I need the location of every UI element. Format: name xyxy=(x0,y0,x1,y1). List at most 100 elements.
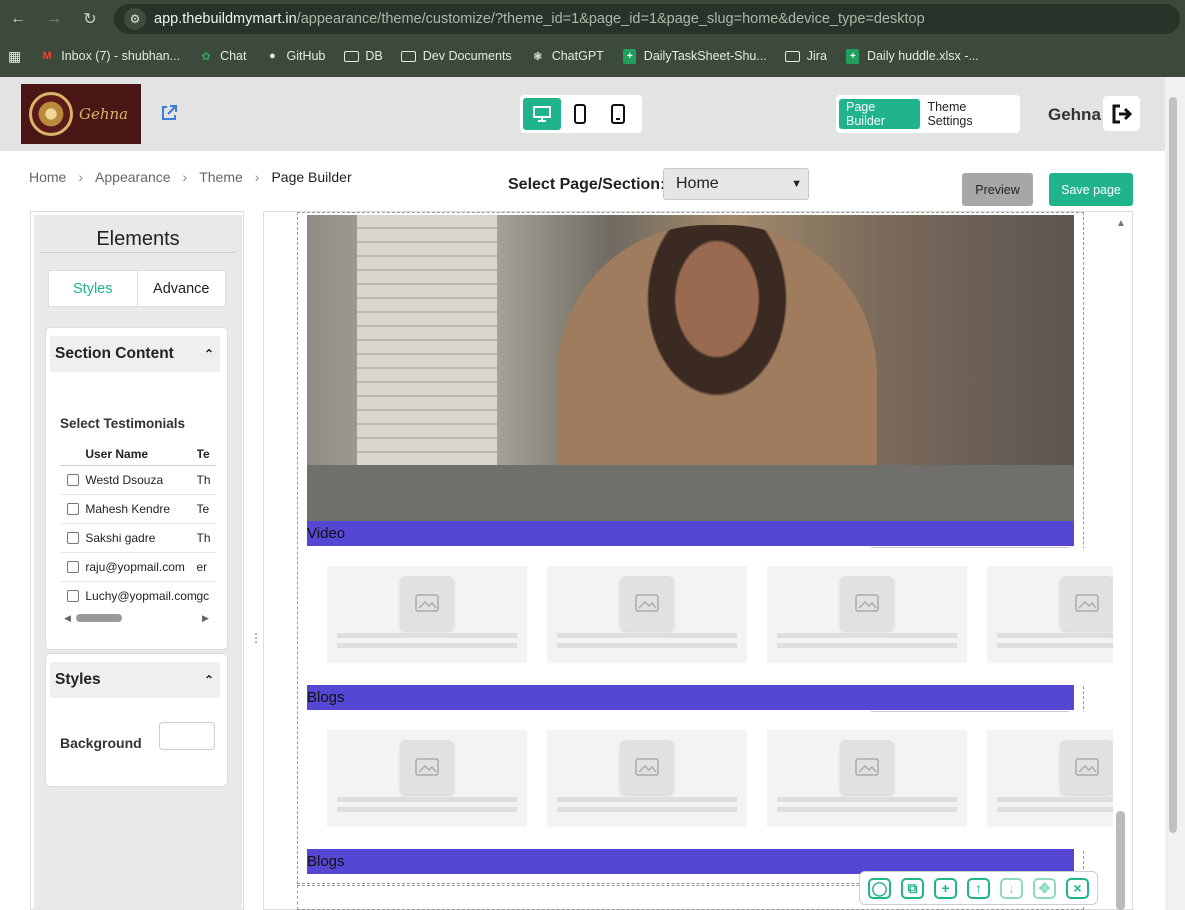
scroll-right-icon[interactable]: ▶ xyxy=(202,613,209,624)
section-label-video[interactable]: Video xyxy=(307,521,1074,546)
styles-title: Styles xyxy=(55,671,101,688)
logout-button[interactable] xyxy=(1103,96,1140,131)
bookmark-item[interactable]: + DailyTaskSheet-Shu... xyxy=(622,48,767,64)
bookmark-item[interactable]: ✿ Chat xyxy=(198,49,246,63)
bookmark-item[interactable]: Dev Documents xyxy=(401,49,512,63)
bookmark-label: GitHub xyxy=(286,49,326,63)
page-select-label: Select Page/Section: xyxy=(508,176,666,193)
preview-button[interactable]: Preview xyxy=(962,173,1033,206)
table-row: Westd Dsouza Th xyxy=(60,466,216,495)
save-page-button[interactable]: Save page xyxy=(1049,173,1133,206)
bookmark-item[interactable]: DB xyxy=(343,49,383,63)
move-down-icon[interactable]: ↓ xyxy=(1000,877,1023,899)
row-text: gc xyxy=(196,589,210,603)
page-scrollbar[interactable] xyxy=(1165,77,1185,910)
chatgpt-icon: ❃ xyxy=(533,50,543,63)
row-checkbox[interactable] xyxy=(66,474,79,486)
page-builder-button[interactable]: Page Builder xyxy=(839,99,921,129)
folder-icon xyxy=(785,49,801,63)
app-header: Gehna Page Builder Theme Settings Gehna xyxy=(0,77,1165,151)
bookmark-label: Chat xyxy=(220,49,247,63)
image-placeholder-icon xyxy=(1060,576,1113,630)
scroll-left-icon[interactable]: ◀ xyxy=(64,613,71,624)
tab-styles[interactable]: Styles xyxy=(49,271,138,306)
brand-logo[interactable]: Gehna xyxy=(21,84,141,144)
page-select[interactable]: Home ▼ xyxy=(663,168,809,200)
close-icon[interactable]: × xyxy=(1066,877,1089,899)
forward-icon[interactable]: → xyxy=(36,10,72,28)
apps-icon[interactable]: ▦ xyxy=(8,48,21,65)
scroll-up-icon[interactable]: ▲ xyxy=(1116,218,1126,229)
breadcrumb-appearance[interactable]: Appearance xyxy=(95,169,171,185)
table-row: raju@yopmail.com er xyxy=(60,553,216,582)
video-frame-table xyxy=(307,465,1074,521)
github-icon: ● xyxy=(269,50,276,62)
elements-panel: Elements Styles Advance Section Content … xyxy=(34,215,242,910)
styles-header[interactable]: Styles ⌃ xyxy=(50,662,220,698)
section-label-blogs[interactable]: Blogs xyxy=(307,685,1074,710)
sheets-icon: + xyxy=(845,48,861,64)
bookmark-item[interactable]: ● GitHub xyxy=(264,49,325,63)
browser-chrome: ← → ↻ ⚙ app.thebuildmymart.in/appearance… xyxy=(0,0,1185,77)
container-toolbar: ◯ ⧉ + ↑ ↓ ✥ × xyxy=(859,871,1098,905)
styles-card: Styles ⌃ Background xyxy=(45,653,228,787)
add-icon[interactable]: + xyxy=(934,877,957,899)
address-row: ← → ↻ ⚙ app.thebuildmymart.in/appearance… xyxy=(0,0,1185,38)
row-name: Luchy@yopmail.com xyxy=(85,589,197,603)
table-row: Sakshi gadre Th xyxy=(60,524,216,553)
blogs-section[interactable] xyxy=(307,712,1113,850)
row-checkbox[interactable] xyxy=(66,532,79,544)
bookmark-label: Jira xyxy=(806,49,827,63)
scrollbar-thumb[interactable] xyxy=(76,614,122,622)
row-checkbox[interactable] xyxy=(66,503,79,515)
drag-move-icon[interactable]: ✥ xyxy=(1033,877,1056,899)
folder-icon xyxy=(401,49,417,63)
video-preview[interactable] xyxy=(307,215,1074,521)
bookmark-label: Dev Documents xyxy=(422,49,512,63)
chevron-right-icon: › xyxy=(182,169,188,185)
address-bar[interactable]: ⚙ app.thebuildmymart.in/appearance/theme… xyxy=(114,4,1180,34)
row-checkbox[interactable] xyxy=(66,590,79,602)
tablet-view-button[interactable] xyxy=(599,98,637,130)
url-path: /appearance/theme/customize/?theme_id=1&… xyxy=(296,11,925,27)
site-info-icon[interactable]: ⚙ xyxy=(124,8,146,30)
blog-card-placeholder xyxy=(767,566,967,663)
bookmark-item[interactable]: ❃ ChatGPT xyxy=(530,49,604,63)
back-icon[interactable]: ← xyxy=(0,10,36,28)
scrollbar-thumb[interactable] xyxy=(1116,811,1125,910)
background-color-picker[interactable] xyxy=(159,722,215,750)
bookmark-item[interactable]: M Inbox (7) - shubhan... xyxy=(39,49,180,63)
reload-icon[interactable]: ↻ xyxy=(72,9,108,29)
gmail-icon: M xyxy=(42,50,52,62)
blogs-section[interactable] xyxy=(307,548,1113,686)
row-text: Th xyxy=(196,531,211,545)
theme-settings-button[interactable]: Theme Settings xyxy=(920,99,1017,129)
desktop-view-button[interactable] xyxy=(523,98,561,130)
image-placeholder-icon xyxy=(840,576,894,630)
toggle-visibility-icon[interactable]: ◯ xyxy=(868,877,891,899)
table-row: Mahesh Kendre Te xyxy=(60,495,216,524)
row-text: Te xyxy=(196,502,210,516)
external-link-icon[interactable] xyxy=(160,104,178,122)
canvas-scrollbar[interactable]: ▲ xyxy=(1113,214,1129,910)
breadcrumb-theme[interactable]: Theme xyxy=(199,169,243,185)
blog-card-placeholder xyxy=(987,730,1113,827)
mobile-icon xyxy=(574,104,586,124)
breadcrumb-home[interactable]: Home xyxy=(29,169,66,185)
mobile-view-button[interactable] xyxy=(561,98,599,130)
table-horizontal-scrollbar[interactable]: ◀ ▶ xyxy=(62,612,214,624)
bookmark-item[interactable]: Jira xyxy=(785,49,827,63)
row-name: raju@yopmail.com xyxy=(85,560,185,574)
duplicate-icon[interactable]: ⧉ xyxy=(901,877,924,899)
tab-advance[interactable]: Advance xyxy=(138,271,226,306)
url-host: app.thebuildmymart.in xyxy=(154,11,297,27)
section-content-title: Section Content xyxy=(55,345,174,362)
move-up-icon[interactable]: ↑ xyxy=(967,877,990,899)
scrollbar-thumb[interactable] xyxy=(1169,97,1177,833)
row-text: Th xyxy=(196,473,211,487)
section-content-header[interactable]: Section Content ⌃ xyxy=(50,336,220,372)
row-checkbox[interactable] xyxy=(66,561,79,573)
bookmark-item[interactable]: + Daily huddle.xlsx -... xyxy=(845,48,979,64)
chevron-right-icon: › xyxy=(78,169,84,185)
bookmark-label: DB xyxy=(365,49,383,63)
